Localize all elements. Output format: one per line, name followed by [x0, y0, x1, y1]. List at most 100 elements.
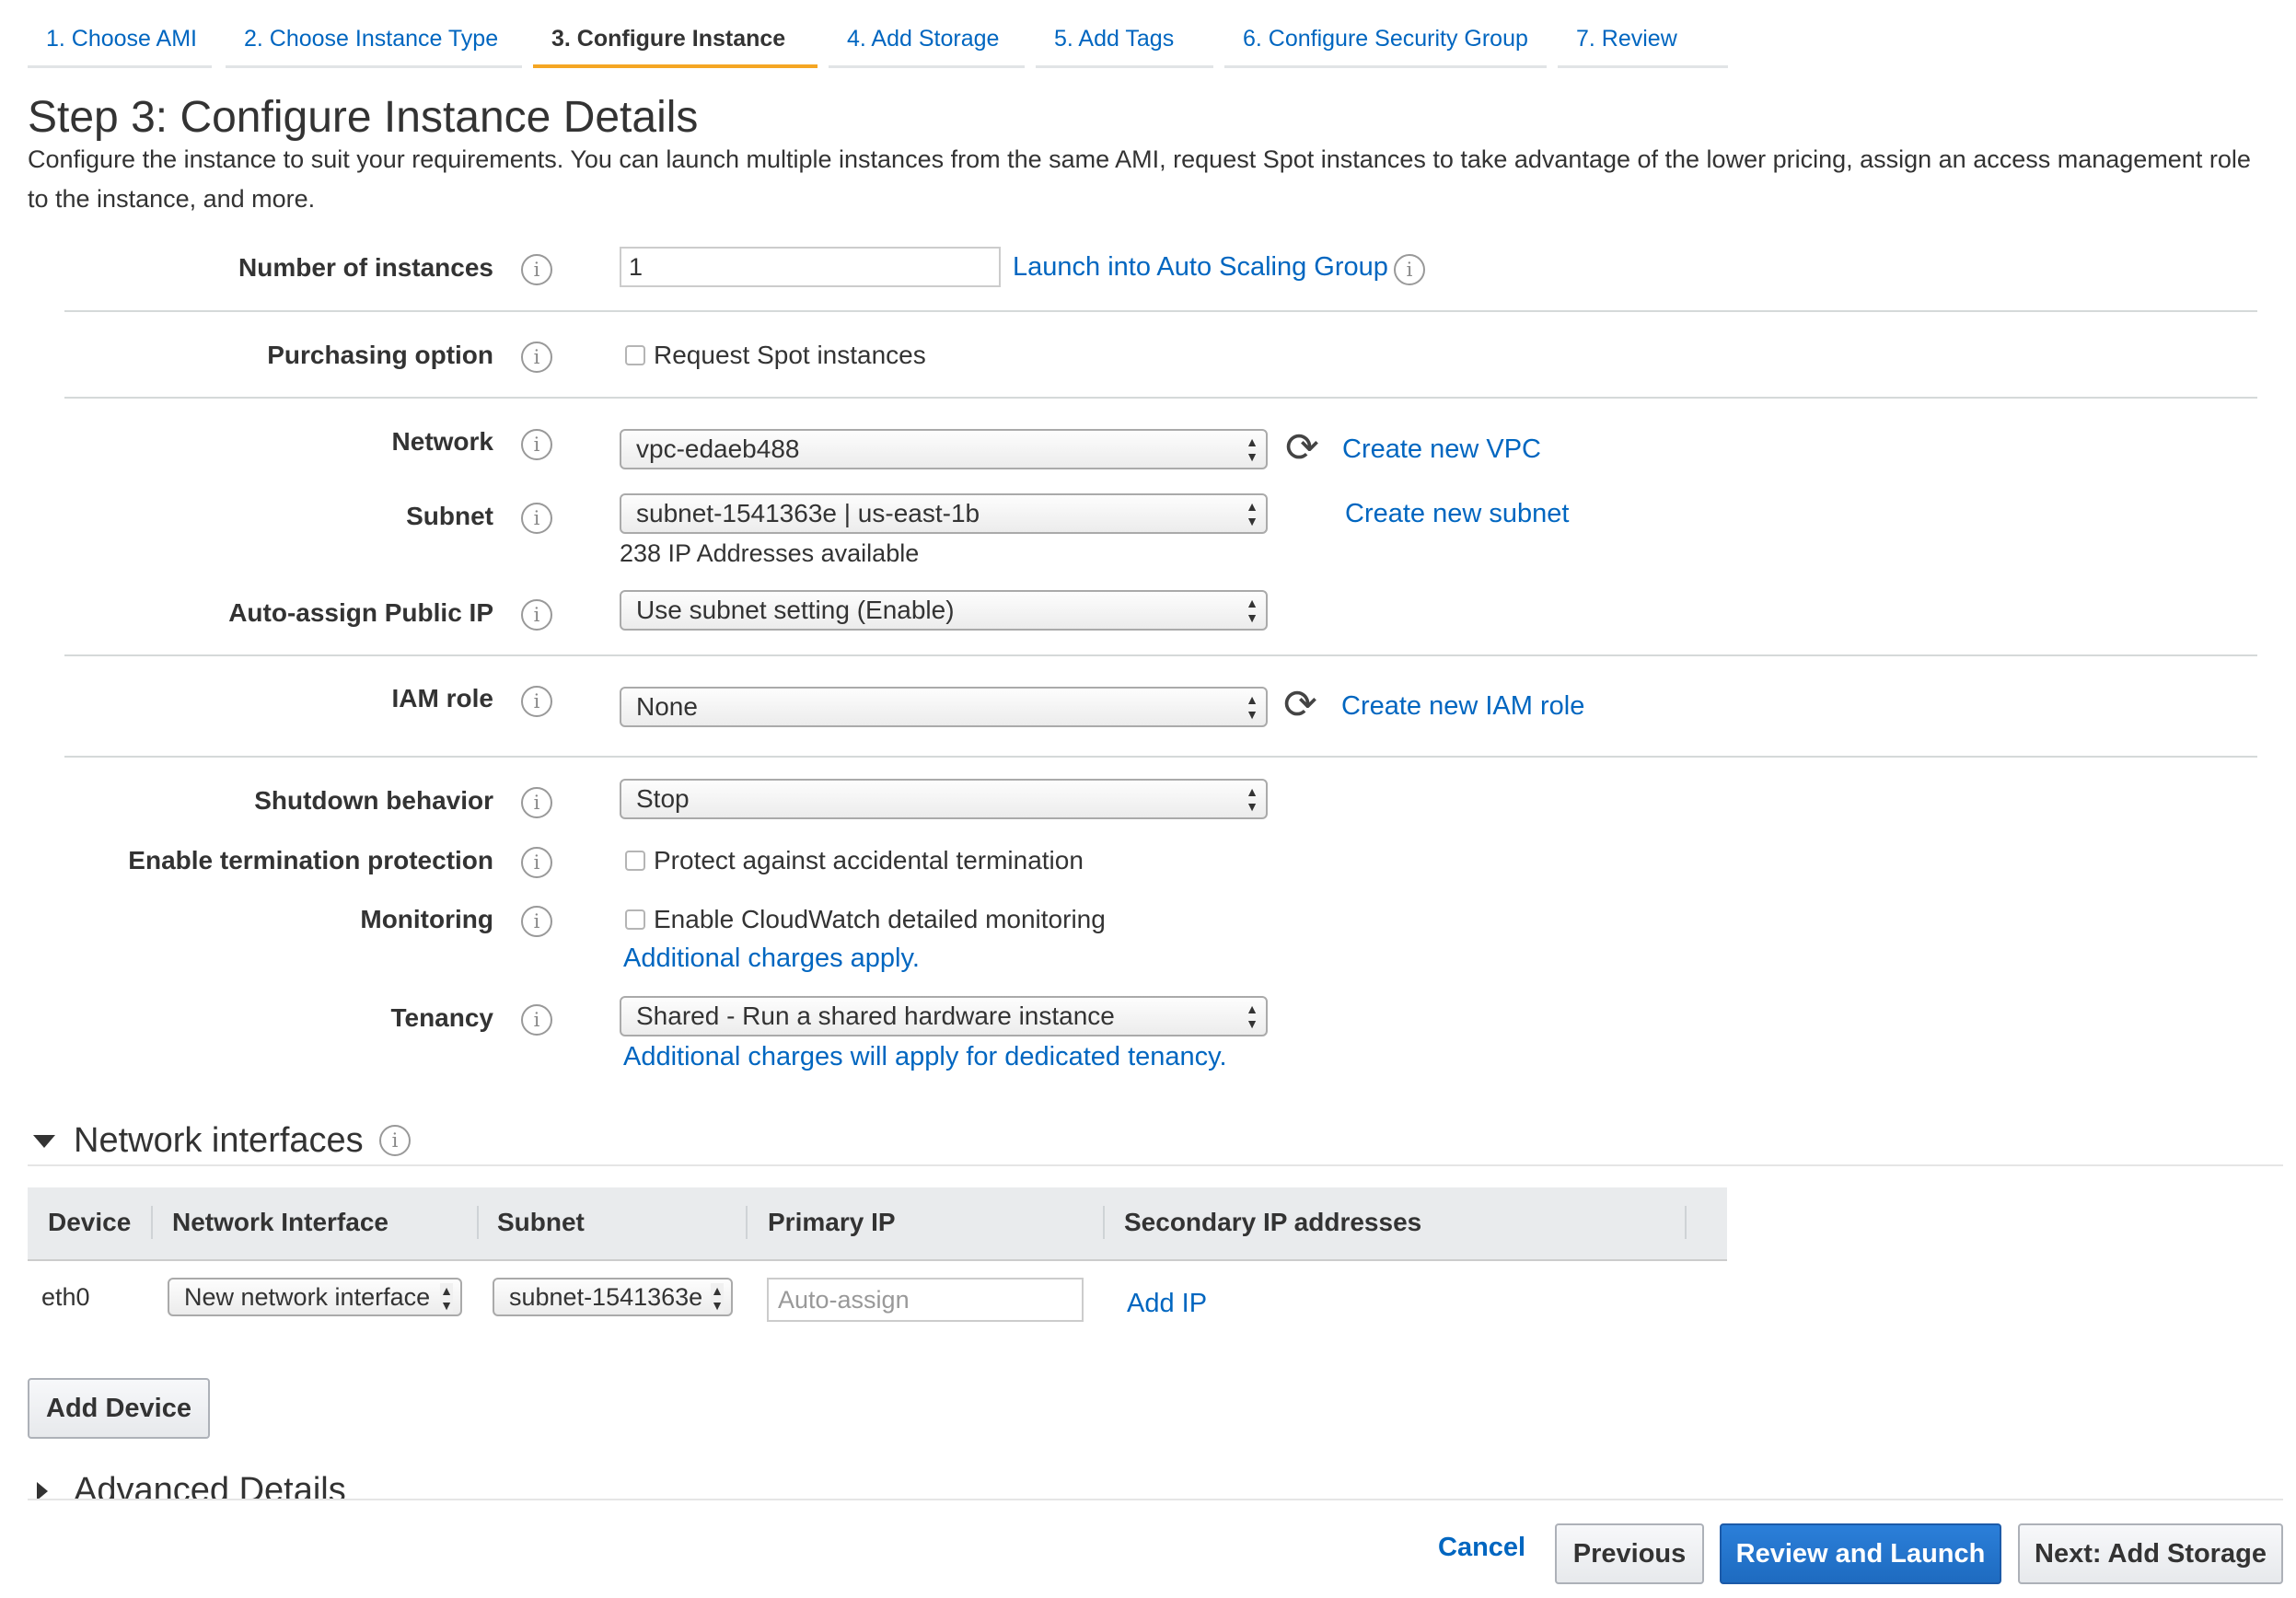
additional-charges-link[interactable]: Additional charges apply. [623, 944, 920, 974]
select-arrows-icon: ▲ ▼ [1246, 692, 1258, 722]
select-arrows-icon: ▲ ▼ [1246, 499, 1258, 528]
termination-label: Enable termination protection [128, 846, 493, 874]
col-network-interface: Network Interface [172, 1208, 388, 1236]
shutdown-select-value: Stop [636, 784, 690, 813]
public-ip-label: Auto-assign Public IP [228, 598, 493, 627]
review-and-launch-button[interactable]: Review and Launch [1720, 1523, 2001, 1584]
divider [64, 756, 2257, 758]
select-arrows-icon: ▲ ▼ [1246, 434, 1258, 464]
shutdown-select[interactable]: Stop ▲ ▼ [620, 779, 1268, 819]
ni-subnet-select-value: subnet-1541363e [509, 1283, 703, 1311]
page-description: Configure the instance to suit your requ… [28, 145, 2251, 213]
collapse-arrow-icon[interactable] [33, 1135, 55, 1148]
create-iam-role-link[interactable]: Create new IAM role [1341, 691, 1584, 722]
shutdown-info-icon[interactable]: i [521, 787, 552, 818]
tenancy-select[interactable]: Shared - Run a shared hardware instance … [620, 996, 1268, 1036]
tenancy-info-icon[interactable]: i [521, 1004, 552, 1036]
divider [64, 310, 2257, 312]
termination-checkbox[interactable] [625, 851, 645, 871]
auto-scaling-info-icon[interactable]: i [1394, 254, 1425, 285]
network-interfaces-table-header: Device Network Interface Subnet Primary … [28, 1187, 1727, 1259]
monitoring-label: Monitoring [360, 905, 493, 933]
select-arrows-icon: ▲ ▼ [711, 1283, 724, 1313]
select-arrows-icon: ▲ ▼ [1246, 596, 1258, 625]
public-ip-select-value: Use subnet setting (Enable) [636, 596, 955, 624]
step-add-tags[interactable]: 5. Add Tags [1036, 0, 1213, 68]
termination-info-icon[interactable]: i [521, 847, 552, 878]
select-arrows-icon: ▲ ▼ [440, 1283, 453, 1313]
col-separator [1103, 1206, 1105, 1239]
tenancy-label: Tenancy [390, 1003, 493, 1032]
step-configure-instance[interactable]: 3. Configure Instance [533, 0, 818, 68]
ni-subnet-select[interactable]: subnet-1541363e ▲ ▼ [493, 1278, 733, 1316]
network-interfaces-info-icon[interactable]: i [379, 1125, 411, 1156]
public-ip-select[interactable]: Use subnet setting (Enable) ▲ ▼ [620, 590, 1268, 631]
iam-select-value: None [636, 692, 698, 721]
col-subnet: Subnet [497, 1208, 585, 1236]
advanced-details-title[interactable]: Advanced Details [74, 1471, 346, 1499]
refresh-network-icon[interactable]: ⟳ [1285, 428, 1319, 469]
instances-info-icon[interactable]: i [521, 254, 552, 285]
step-choose-instance-type[interactable]: 2. Choose Instance Type [226, 0, 522, 68]
col-device: Device [48, 1208, 132, 1236]
subnet-select-value: subnet-1541363e | us-east-1b [636, 499, 980, 527]
device-eth0: eth0 [41, 1283, 90, 1311]
divider [64, 397, 2257, 399]
previous-button[interactable]: Previous [1555, 1523, 1704, 1584]
select-arrows-icon: ▲ ▼ [1246, 1002, 1258, 1031]
step-add-storage[interactable]: 4. Add Storage [829, 0, 1025, 68]
subnet-info-icon[interactable]: i [521, 503, 552, 534]
auto-scaling-link[interactable]: Launch into Auto Scaling Group [1013, 252, 1388, 283]
add-device-button[interactable]: Add Device [28, 1378, 210, 1439]
instances-label: Number of instances [238, 253, 493, 282]
create-vpc-link[interactable]: Create new VPC [1342, 434, 1541, 465]
shutdown-label: Shutdown behavior [254, 786, 493, 815]
add-ip-link[interactable]: Add IP [1127, 1289, 1207, 1319]
next-add-storage-button[interactable]: Next: Add Storage [2018, 1523, 2283, 1584]
step-review[interactable]: 7. Review [1558, 0, 1728, 68]
monitoring-checkbox-label: Enable CloudWatch detailed monitoring [654, 905, 1106, 933]
subnet-availability: 238 IP Addresses available [620, 539, 920, 567]
dedicated-tenancy-link[interactable]: Additional charges will apply for dedica… [623, 1042, 1227, 1072]
col-separator [151, 1206, 153, 1239]
iam-label: IAM role [391, 684, 493, 712]
cancel-button[interactable]: Cancel [1438, 1533, 1525, 1563]
subnet-select[interactable]: subnet-1541363e | us-east-1b ▲ ▼ [620, 493, 1268, 534]
iam-info-icon[interactable]: i [521, 686, 552, 717]
footer-divider [28, 1499, 2283, 1500]
step-configure-security-group[interactable]: 6. Configure Security Group [1224, 0, 1547, 68]
monitoring-checkbox[interactable] [625, 909, 645, 930]
expand-arrow-icon[interactable] [37, 1482, 48, 1500]
divider [28, 1164, 2283, 1166]
col-primary-ip: Primary IP [768, 1208, 896, 1236]
network-interface-select[interactable]: New network interface ▲ ▼ [168, 1278, 462, 1316]
col-separator [477, 1206, 479, 1239]
page-title: Step 3: Configure Instance Details [28, 93, 699, 142]
refresh-iam-icon[interactable]: ⟳ [1283, 685, 1317, 725]
iam-select[interactable]: None ▲ ▼ [620, 687, 1268, 727]
primary-ip-input[interactable]: Auto-assign [767, 1278, 1084, 1322]
create-subnet-link[interactable]: Create new subnet [1345, 499, 1569, 529]
public-ip-info-icon[interactable]: i [521, 599, 552, 631]
network-select[interactable]: vpc-edaeb488 ▲ ▼ [620, 429, 1268, 469]
monitoring-info-icon[interactable]: i [521, 906, 552, 937]
col-secondary-ip: Secondary IP addresses [1124, 1208, 1422, 1236]
step-choose-ami[interactable]: 1. Choose AMI [28, 0, 212, 68]
spot-checkbox[interactable] [625, 345, 645, 365]
subnet-label: Subnet [406, 502, 493, 530]
network-label: Network [391, 427, 493, 456]
divider [64, 654, 2257, 656]
select-arrows-icon: ▲ ▼ [1246, 784, 1258, 814]
network-info-icon[interactable]: i [521, 429, 552, 460]
col-separator [746, 1206, 748, 1239]
purchasing-label: Purchasing option [267, 341, 493, 369]
configure-instance-page: 1. Choose AMI 2. Choose Instance Type 3.… [0, 0, 2296, 1598]
network-interface-select-value: New network interface [184, 1283, 431, 1311]
tenancy-select-value: Shared - Run a shared hardware instance [636, 1002, 1115, 1030]
instances-input[interactable]: 1 [620, 247, 1001, 287]
purchasing-info-icon[interactable]: i [521, 342, 552, 373]
table-divider [28, 1259, 1727, 1261]
spot-checkbox-label: Request Spot instances [654, 341, 926, 369]
network-select-value: vpc-edaeb488 [636, 434, 800, 463]
network-interfaces-title[interactable]: Network interfaces [74, 1121, 364, 1161]
